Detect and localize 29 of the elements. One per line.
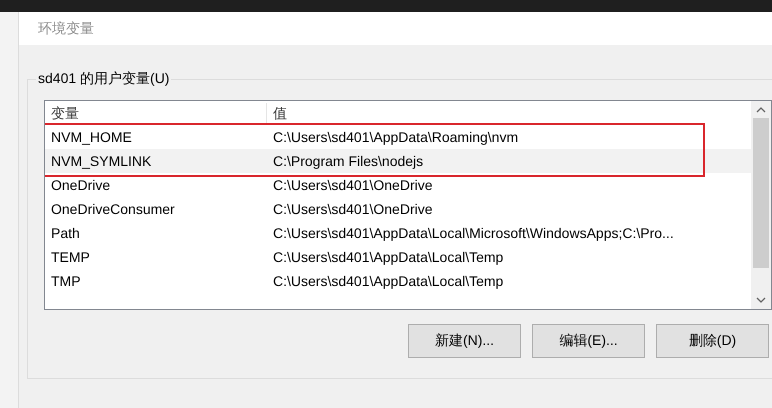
variable-value: C:\Users\sd401\AppData\Local\Microsoft\WindowsApps;C:\Pro... [272, 225, 675, 241]
variable-name: TMP [50, 273, 82, 289]
variable-name: OneDriveConsumer [50, 201, 176, 217]
list-row[interactable]: OneDriveConsumer C:\Users\sd401\OneDrive [45, 197, 751, 221]
variable-value: C:\Users\sd401\AppData\Local\Temp [272, 273, 504, 289]
list-row[interactable]: NVM_HOME C:\Users\sd401\AppData\Roaming\nvm [45, 125, 751, 149]
window-title: 环境变量 [38, 20, 94, 38]
list-row[interactable]: Path C:\Users\sd401\AppData\Local\Microsoft\WindowsApps;C:\Pro... [45, 221, 751, 245]
list-row[interactable]: OneDrive C:\Users\sd401\OneDrive [45, 173, 751, 197]
variable-name: TEMP [50, 249, 91, 265]
column-header[interactable]: 变量 [45, 103, 267, 125]
dialog-button[interactable]: 编辑(E)... [532, 324, 645, 358]
variable-name: NVM_HOME [50, 129, 133, 145]
dialog-button[interactable]: 删除(D) [656, 324, 769, 358]
group-title: sd401 的用户变量(U) [36, 70, 172, 88]
list-row[interactable]: TEMP C:\Users\sd401\AppData\Local\Temp [45, 245, 751, 269]
column-header[interactable]: 值 [267, 103, 667, 125]
variable-name: Path [50, 225, 81, 241]
scrollbar[interactable] [751, 101, 771, 309]
list-row[interactable]: NVM_SYMLINK C:\Program Files\nodejs [45, 149, 751, 173]
variable-value: C:\Program Files\nodejs [272, 153, 424, 169]
variable-name: NVM_SYMLINK [50, 153, 152, 169]
variable-value: C:\Users\sd401\OneDrive [272, 177, 434, 193]
variable-value: C:\Users\sd401\AppData\Roaming\nvm [272, 129, 520, 145]
variable-value: C:\Users\sd401\AppData\Local\Temp [272, 249, 504, 265]
variable-name: OneDrive [50, 177, 112, 193]
variable-value: C:\Users\sd401\OneDrive [272, 201, 434, 217]
dialog-button[interactable]: 新建(N)... [408, 324, 521, 358]
list-row[interactable]: TMP C:\Users\sd401\AppData\Local\Temp [45, 269, 751, 293]
